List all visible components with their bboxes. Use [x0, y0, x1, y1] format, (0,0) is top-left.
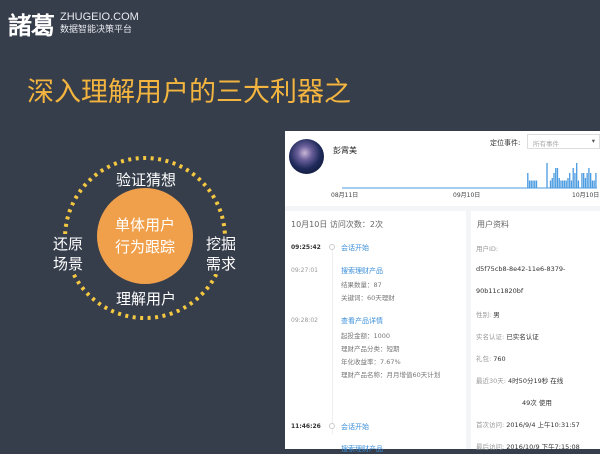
- x-tick: 08月11日: [331, 192, 359, 199]
- recent-online: 4时50分19秒 在线: [508, 377, 564, 385]
- x-tick: 10月10日: [572, 192, 600, 199]
- chart-bar: [583, 173, 585, 188]
- chart-bar: [528, 180, 531, 188]
- gender-label: 性别:: [476, 311, 492, 319]
- visit-timeline: 10月10日 访问次数：2次 09:25:42 会话开始 09:27:01 搜索…: [285, 211, 466, 453]
- user-profile-panel: 彭霄美 定位事件: 所有事件 ▾ 08月11日 09月10日 10月10日 10月…: [285, 131, 600, 453]
- event-name[interactable]: 查看产品详情: [341, 316, 383, 326]
- event-name[interactable]: 会话开始: [341, 422, 369, 432]
- chart-bar: [591, 180, 594, 188]
- gift-value: 760: [493, 355, 506, 363]
- user-info-card: 用户资料 用户ID: d5f75cb8-8e42-11e6-8379- 90b1…: [471, 211, 600, 451]
- last-visit-label: 最后访问:: [476, 443, 505, 451]
- chart-bar: [562, 180, 564, 188]
- gift-label: 礼包:: [476, 355, 492, 363]
- user-id-label: 用户ID:: [476, 245, 499, 253]
- chart-bar: [546, 163, 548, 188]
- chart-bar: [595, 173, 597, 188]
- chart-bar: [577, 180, 580, 188]
- x-tick: 09月10日: [453, 192, 481, 199]
- chart-bar: [565, 180, 567, 188]
- realname-label: 实名认证:: [476, 333, 505, 341]
- event-time: 09:28:02: [291, 317, 318, 324]
- label-restore: 还原 场景: [50, 234, 87, 274]
- event-time: 09:25:42: [291, 244, 321, 251]
- first-visit-label: 首次访问:: [476, 421, 505, 429]
- center-circle: 单体用户 行为跟踪: [97, 188, 193, 284]
- last-visit-value: 2016/10/9 下午7:15:08: [506, 443, 580, 451]
- chart-bar: [569, 173, 571, 188]
- event-prop: 起投金额：1000: [341, 332, 391, 340]
- chart-bar: [527, 173, 529, 188]
- chart-bar: [555, 168, 557, 188]
- visit-header: 10月10日 访问次数：2次: [291, 220, 383, 229]
- chart-bar: [584, 178, 587, 188]
- event-prop: 关键词：60天理财: [341, 294, 395, 302]
- label-verify: 验证猜想: [113, 170, 180, 190]
- chart-bar: [534, 180, 536, 188]
- event-name[interactable]: 搜索理财产品: [341, 266, 383, 276]
- user-id-value: d5f75cb8-8e42-11e6-8379-: [476, 265, 566, 273]
- chart-bar: [574, 173, 576, 188]
- profile-header: 用户资料: [477, 220, 509, 229]
- label-mine: 挖掘 需求: [203, 234, 240, 274]
- event-name[interactable]: 搜索理财产品: [341, 444, 383, 454]
- session-dot-icon: [329, 244, 335, 250]
- event-prop: 理财产品名称：月月增值60天计划: [341, 371, 441, 379]
- user-id-value: 90b11c1820bf: [476, 287, 524, 295]
- gender-value: 男: [493, 311, 500, 319]
- event-time: 09:27:01: [291, 267, 318, 274]
- chart-bar: [551, 178, 553, 188]
- chart-bar: [560, 180, 562, 188]
- chart-bar: [558, 178, 560, 188]
- chart-bar: [586, 173, 588, 188]
- first-visit-value: 2016/9/4 上午10:31:57: [506, 421, 580, 429]
- chart-bar: [563, 180, 566, 188]
- event-prop: 理财产品分类：短期: [341, 345, 400, 353]
- chart-bar: [567, 178, 569, 188]
- chart-bar: [572, 168, 574, 188]
- event-prop: 年化收益率：7.67%: [341, 358, 401, 366]
- chart-bar: [576, 163, 578, 188]
- chart-bar: [570, 180, 573, 188]
- event-prop: 结果数量：87: [341, 281, 382, 289]
- chart-bar: [581, 173, 583, 188]
- chart-bar: [556, 168, 559, 188]
- recent-usage: 49次 使用: [522, 399, 552, 407]
- chart-bar: [593, 180, 595, 188]
- realname-value: 已实名认证: [506, 333, 539, 341]
- session-dot-icon: [329, 423, 335, 429]
- chart-bar: [549, 180, 552, 188]
- chart-bar: [553, 173, 555, 188]
- event-time: 11:46:26: [291, 423, 321, 430]
- chart-bar: [530, 180, 532, 188]
- chart-bar: [535, 180, 538, 188]
- event-name[interactable]: 会话开始: [341, 243, 369, 253]
- chart-bar: [532, 180, 534, 188]
- recent-label: 最近30天:: [476, 377, 506, 385]
- chart-bar: [588, 168, 590, 188]
- label-understand: 理解用户: [113, 289, 180, 309]
- chart-bar: [590, 173, 592, 188]
